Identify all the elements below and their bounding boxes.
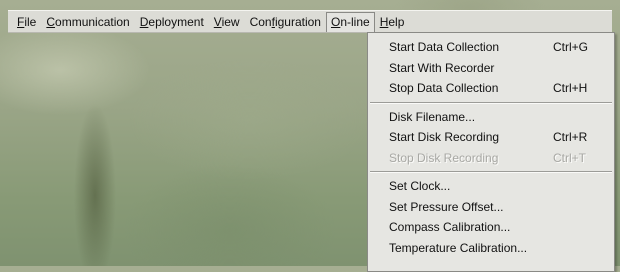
menuitem-set-clock[interactable]: Set Clock... — [368, 176, 614, 197]
menu-communication[interactable]: Communication — [41, 12, 134, 32]
menu-file-post: ile — [24, 14, 37, 29]
menu-online-mnemonic: O — [330, 14, 341, 29]
menuitem-label: Set Pressure Offset... — [389, 199, 504, 214]
menuitem-label: Stop Disk Recording — [389, 150, 499, 165]
menu-online[interactable]: On-line — [325, 11, 375, 32]
menuitem-start-with-recorder[interactable]: Start With Recorder — [368, 58, 614, 79]
menuitem-start-disk-recording[interactable]: Start Disk Recording Ctrl+R — [368, 127, 614, 148]
menu-configuration[interactable]: Configuration — [245, 12, 326, 32]
menuitem-disk-filename[interactable]: Disk Filename... — [368, 107, 614, 128]
menu-communication-post: ommunication — [55, 14, 130, 29]
menu-bar: File Communication Deployment View Confi… — [8, 10, 612, 33]
menu-view[interactable]: View — [209, 12, 245, 32]
menuitem-label: Stop Data Collection — [389, 81, 499, 95]
menuitem-label: Start Data Collection — [389, 40, 500, 54]
menu-view-post: iew — [221, 14, 240, 29]
menuitem-stop-data-collection[interactable]: Stop Data Collection Ctrl+H — [368, 78, 614, 99]
menu-file[interactable]: File — [12, 12, 41, 32]
menuitem-set-pressure-offset[interactable]: Set Pressure Offset... — [368, 197, 614, 218]
menuitem-shortcut: Ctrl+T — [553, 150, 586, 165]
menu-configuration-pre: Con — [249, 14, 272, 29]
menu-configuration-post: iguration — [274, 14, 321, 29]
menuitem-shortcut: Ctrl+G — [553, 40, 589, 54]
menu-separator — [368, 168, 614, 176]
menuitem-start-data-collection[interactable]: Start Data Collection Ctrl+G — [368, 37, 614, 58]
menuitem-shortcut: Ctrl+H — [553, 81, 588, 95]
menuitem-label: Start Disk Recording — [389, 130, 500, 144]
menu-separator — [368, 99, 614, 107]
menu-view-mnemonic: V — [213, 14, 222, 29]
online-dropdown-menu: Start Data Collection Ctrl+G Start With … — [367, 32, 615, 272]
menuitem-label: Disk Filename... — [389, 109, 476, 124]
menu-communication-mnemonic: C — [46, 14, 56, 29]
menuitem-label: Start With Recorder — [389, 60, 495, 75]
menuitem-label: Set Clock... — [389, 179, 451, 193]
menuitem-shortcut: Ctrl+R — [553, 130, 588, 144]
menu-help-post: elp — [388, 14, 405, 29]
menuitem-label: Compass Calibration... — [389, 220, 511, 234]
menu-online-post: n-line — [340, 14, 370, 29]
menuitem-stop-disk-recording: Stop Disk Recording Ctrl+T — [368, 148, 614, 169]
menu-deployment-post: eployment — [148, 14, 204, 29]
menu-deployment[interactable]: Deployment — [135, 12, 209, 32]
menuitem-temperature-calibration[interactable]: Temperature Calibration... — [368, 238, 614, 259]
menuitem-compass-calibration[interactable]: Compass Calibration... — [368, 217, 614, 238]
menu-help[interactable]: Help — [375, 12, 410, 32]
menuitem-label: Temperature Calibration... — [389, 240, 528, 255]
